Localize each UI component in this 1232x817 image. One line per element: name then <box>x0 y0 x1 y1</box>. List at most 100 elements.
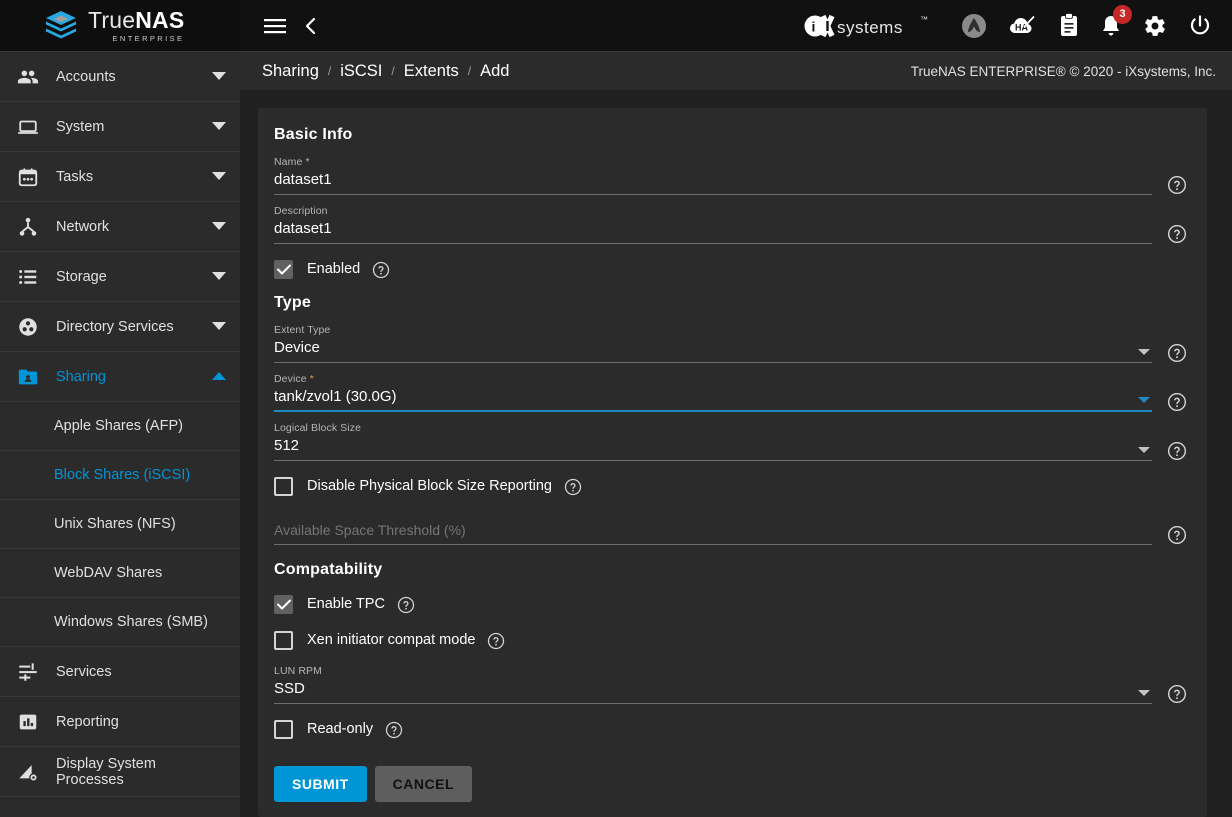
xen-initiator-compat-mode-row: Xen initiator compat mode <box>274 629 1189 651</box>
logical-block-size-field[interactable]: Logical Block Size 512 <box>274 422 1152 461</box>
help-circle-icon[interactable] <box>369 258 393 282</box>
read-only-checkbox[interactable] <box>274 719 293 739</box>
extent-type-field[interactable]: Extent Type Device <box>274 324 1152 363</box>
field-row-name: Name * <box>274 156 1189 195</box>
submit-button[interactable]: SUBMIT <box>274 766 367 802</box>
power-icon[interactable] <box>1188 14 1212 38</box>
help-circle-icon[interactable] <box>382 718 406 742</box>
extent-add-form-card: Basic Info Name * Description <box>258 108 1207 817</box>
hamburger-menu-icon[interactable] <box>264 18 286 34</box>
xen-initiator-compat-mode-label: Xen initiator compat mode <box>307 632 476 648</box>
sidebar-item-label: Sharing <box>56 368 106 385</box>
field-row-lun-rpm: LUN RPM SSD <box>274 665 1189 704</box>
cancel-button[interactable]: CANCEL <box>374 766 473 802</box>
device-field-label: Device * <box>274 373 314 385</box>
xen-initiator-compat-mode-checkbox[interactable] <box>274 630 293 650</box>
device-select-value[interactable]: tank/zvol1 (30.0G) <box>274 386 1152 407</box>
read-only-label: Read-only <box>307 721 374 737</box>
sidebar-item-label: Directory Services <box>56 318 174 335</box>
help-circle-icon[interactable] <box>1165 390 1189 414</box>
chevron-down-icon[interactable] <box>1138 690 1150 696</box>
svg-text:i: i <box>812 18 816 34</box>
sidebar-item-tasks[interactable]: Tasks <box>0 152 240 202</box>
sidebar-item-storage[interactable]: Storage <box>0 252 240 302</box>
chevron-down-icon[interactable] <box>212 172 226 181</box>
shared-folder-icon <box>12 366 44 388</box>
notification-count-badge: 3 <box>1113 4 1132 24</box>
breadcrumb-item-iscsi[interactable]: iSCSI <box>340 62 382 81</box>
enabled-checkbox-row: Enabled <box>274 258 1189 280</box>
enabled-checkbox[interactable] <box>274 259 293 279</box>
help-circle-icon[interactable] <box>561 475 585 499</box>
sidebar-item-system[interactable]: System <box>0 102 240 152</box>
disable-physical-block-size-reporting-checkbox[interactable] <box>274 476 293 496</box>
field-row-description: Description <box>274 205 1189 244</box>
breadcrumb-item-add: Add <box>480 61 510 80</box>
enabled-checkbox-label: Enabled <box>307 261 361 277</box>
enable-tpc-row: Enable TPC <box>274 593 1189 615</box>
help-circle-icon[interactable] <box>1165 682 1189 706</box>
available-space-threshold-input[interactable] <box>274 521 1152 540</box>
enable-tpc-checkbox[interactable] <box>274 594 293 614</box>
notifications-bell-icon[interactable]: 3 <box>1100 4 1132 38</box>
chevron-down-icon[interactable] <box>212 322 226 331</box>
help-circle-icon[interactable] <box>484 629 508 653</box>
truecommand-icon[interactable] <box>961 13 987 39</box>
brand-logo[interactable]: TrueNAS ENTERPRISE <box>0 0 240 51</box>
settings-gear-icon[interactable] <box>1143 14 1167 38</box>
sidebar-item-windows-shares-smb[interactable]: Windows Shares (SMB) <box>0 598 240 647</box>
sidebar-item-services[interactable]: Services <box>0 647 240 697</box>
chevron-down-icon[interactable] <box>1138 447 1150 453</box>
form-actions: SUBMIT CANCEL <box>274 766 1189 802</box>
sidebar-item-unix-shares-nfs[interactable]: Unix Shares (NFS) <box>0 500 240 549</box>
help-circle-icon[interactable] <box>1165 439 1189 463</box>
help-circle-icon[interactable] <box>1165 523 1189 547</box>
logical-block-size-select-value[interactable]: 512 <box>274 435 1152 456</box>
jobs-clipboard-icon[interactable] <box>1059 13 1079 38</box>
sidebar-item-accounts[interactable]: Accounts <box>0 52 240 102</box>
name-field[interactable]: Name * <box>274 156 1152 195</box>
chevron-down-icon[interactable] <box>212 222 226 231</box>
chevron-left-icon[interactable] <box>304 16 318 36</box>
device-field[interactable]: Device * tank/zvol1 (30.0G) <box>274 373 1152 412</box>
breadcrumb-separator: / <box>467 64 472 78</box>
extent-type-select-value[interactable]: Device <box>274 337 1152 358</box>
sidebar-item-directory-services[interactable]: Directory Services <box>0 302 240 352</box>
sidebar-item-apple-shares-afp[interactable]: Apple Shares (AFP) <box>0 402 240 451</box>
storage-list-icon <box>12 266 44 288</box>
copyright-text: TrueNAS ENTERPRISE® © 2020 - iXsystems, … <box>910 63 1216 79</box>
lun-rpm-field[interactable]: LUN RPM SSD <box>274 665 1152 704</box>
enable-tpc-label: Enable TPC <box>307 596 385 612</box>
lun-rpm-select-value[interactable]: SSD <box>274 678 1152 699</box>
disable-physical-block-size-reporting-label: Disable Physical Block Size Reporting <box>307 478 552 494</box>
chevron-down-icon[interactable] <box>1138 397 1150 403</box>
breadcrumb-item-sharing[interactable]: Sharing <box>262 62 319 81</box>
help-circle-icon[interactable] <box>394 593 418 617</box>
help-circle-icon[interactable] <box>1165 341 1189 365</box>
sidebar-item-label: Accounts <box>56 68 116 85</box>
disable-physical-block-size-reporting-row: Disable Physical Block Size Reporting <box>274 475 1189 497</box>
sidebar-item-webdav-shares[interactable]: WebDAV Shares <box>0 549 240 598</box>
sidebar-item-reporting[interactable]: Reporting <box>0 697 240 747</box>
sidebar-item-block-shares-iscsi[interactable]: Block Shares (iSCSI) <box>0 451 240 500</box>
description-input[interactable] <box>274 218 1152 239</box>
sidebar-item-display-system-processes[interactable]: Display System Processes <box>0 747 240 797</box>
sidebar-item-label: Services <box>56 663 112 680</box>
sidebar-item-label: Reporting <box>56 713 119 730</box>
ha-disabled-icon[interactable]: HA <box>1008 14 1038 38</box>
sidebar-item-sharing[interactable]: Sharing <box>0 352 240 402</box>
name-input[interactable] <box>274 169 1152 190</box>
chevron-down-icon[interactable] <box>212 122 226 131</box>
sidebar-item-network[interactable]: Network <box>0 202 240 252</box>
description-field[interactable]: Description <box>274 205 1152 244</box>
chevron-up-icon[interactable] <box>212 372 226 381</box>
help-circle-icon[interactable] <box>1165 173 1189 197</box>
chevron-down-icon[interactable] <box>212 272 226 281</box>
help-circle-icon[interactable] <box>1165 222 1189 246</box>
ixsystems-logo: i systems ™ <box>804 13 928 39</box>
chevron-down-icon[interactable] <box>1138 349 1150 355</box>
chevron-down-icon[interactable] <box>212 72 226 81</box>
breadcrumb-item-extents[interactable]: Extents <box>404 62 459 81</box>
section-heading-compatability: Compatability <box>274 561 383 578</box>
available-space-threshold-field[interactable] <box>274 521 1152 545</box>
